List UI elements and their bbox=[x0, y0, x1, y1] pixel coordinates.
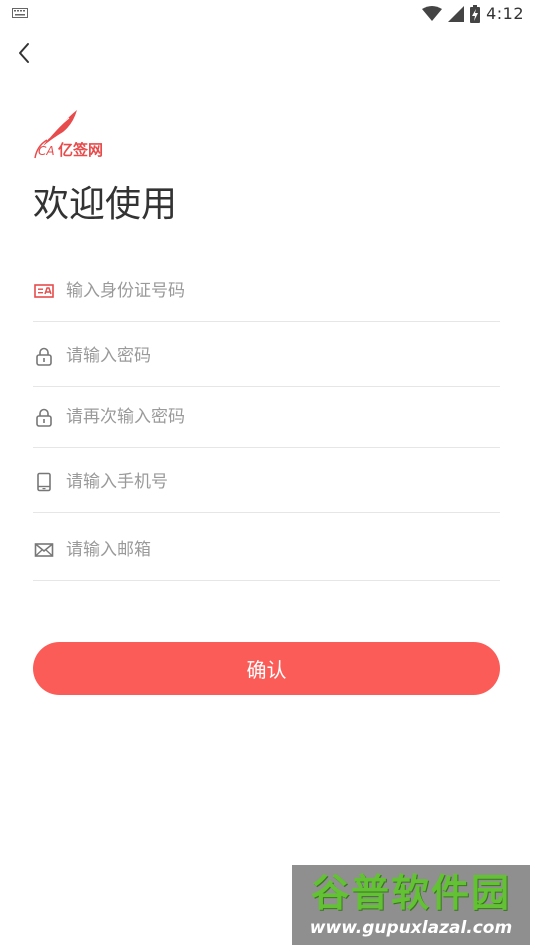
lock-icon bbox=[36, 347, 52, 366]
signal-icon bbox=[448, 5, 465, 22]
watermark: 谷普软件园 www.gupuxlazal.com bbox=[292, 865, 530, 945]
email-field bbox=[33, 520, 500, 581]
page-title: 欢迎使用 bbox=[33, 184, 178, 225]
logo-brand-text: 亿签网 bbox=[58, 141, 104, 159]
status-bar: 4:12 bbox=[0, 0, 534, 28]
phone-icon bbox=[37, 472, 51, 492]
logo-ca-text: CA bbox=[38, 144, 55, 158]
id-number-field bbox=[33, 261, 500, 322]
email-input[interactable] bbox=[66, 535, 500, 565]
password-confirm-input[interactable] bbox=[66, 402, 500, 432]
password-input[interactable] bbox=[66, 341, 500, 371]
chevron-left-icon bbox=[19, 43, 29, 63]
battery-charging-icon bbox=[470, 4, 481, 23]
keyboard-icon bbox=[12, 8, 28, 18]
phone-field bbox=[33, 452, 500, 513]
password-field bbox=[33, 326, 500, 387]
confirm-button[interactable]: 确认 bbox=[33, 642, 500, 695]
wifi-icon bbox=[422, 5, 443, 21]
id-number-input[interactable] bbox=[66, 276, 500, 306]
id-card-icon bbox=[34, 284, 54, 298]
password-confirm-field bbox=[33, 387, 500, 448]
phone-input[interactable] bbox=[66, 467, 500, 497]
watermark-title: 谷普软件园 bbox=[310, 871, 511, 915]
status-icons: 4:12 bbox=[422, 4, 524, 23]
watermark-url: www.gupuxlazal.com bbox=[309, 918, 513, 938]
lock-icon bbox=[36, 408, 52, 427]
back-button[interactable] bbox=[12, 38, 40, 68]
mail-icon bbox=[34, 543, 54, 557]
status-time: 4:12 bbox=[486, 4, 524, 23]
